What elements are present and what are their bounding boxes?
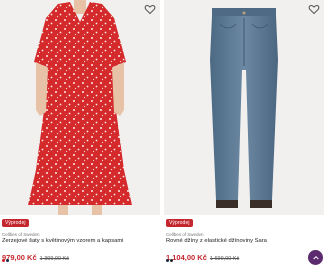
- chevron-up-icon: [312, 255, 319, 259]
- product-image[interactable]: [164, 0, 324, 215]
- color-swatches: [2, 259, 9, 262]
- sale-badge: Výprodej: [166, 219, 193, 227]
- original-price: 1 699,00 Kč: [209, 256, 240, 262]
- product-title[interactable]: Žerzejové šaty s květinovým vzorem a kap…: [2, 238, 158, 244]
- original-price: 1 399,00 Kč: [39, 256, 69, 262]
- color-swatches: [166, 259, 173, 262]
- sale-badge: Výprodej: [2, 219, 29, 227]
- product-card[interactable]: Výprodej Cellbes of Sweden Žerzejové šat…: [0, 0, 160, 270]
- product-title[interactable]: Rovné džíny z elastické džínoviny Sara: [166, 238, 322, 244]
- product-image[interactable]: [0, 0, 160, 215]
- red-floral-dress-image: [28, 0, 132, 215]
- wishlist-heart-icon[interactable]: [308, 3, 320, 15]
- product-grid: Výprodej Cellbes of Sweden Žerzejové šat…: [0, 0, 325, 270]
- product-brand: Cellbes of Sweden: [2, 232, 40, 237]
- scroll-to-top-button[interactable]: [308, 250, 323, 265]
- wishlist-heart-icon[interactable]: [144, 3, 156, 15]
- product-prices: 979,00 Kč 1 399,00 Kč: [2, 247, 69, 265]
- color-swatch[interactable]: [170, 259, 173, 262]
- product-prices: 1 104,00 Kč 1 699,00 Kč: [166, 247, 239, 265]
- color-swatch[interactable]: [2, 259, 5, 262]
- blue-jeans-image: [210, 8, 278, 208]
- product-brand: Cellbes of Sweden: [166, 232, 204, 237]
- product-card[interactable]: Výprodej Cellbes of Sweden Rovné džíny z…: [164, 0, 324, 270]
- color-swatch[interactable]: [166, 259, 169, 262]
- color-swatch[interactable]: [6, 259, 9, 262]
